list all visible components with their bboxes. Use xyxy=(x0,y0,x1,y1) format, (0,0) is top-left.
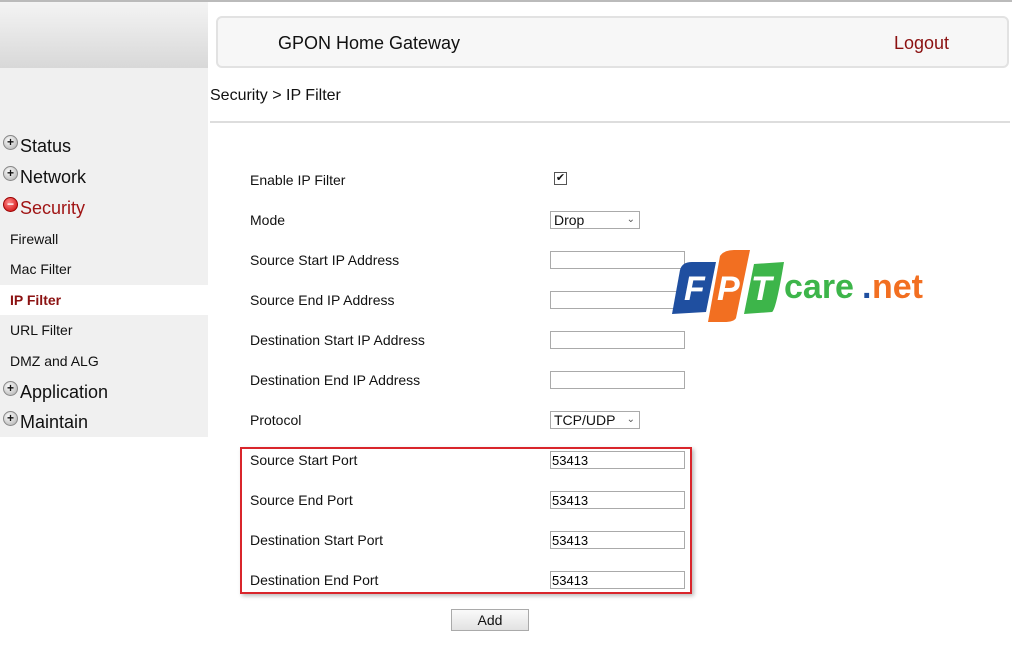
dst-start-port-input[interactable] xyxy=(550,531,685,549)
sidebar-item-network[interactable]: + Network xyxy=(0,163,208,191)
enable-ip-filter-checkbox[interactable]: ✔ xyxy=(554,172,567,185)
src-start-ip-label: Source Start IP Address xyxy=(250,252,400,268)
menu-label: Maintain xyxy=(20,411,89,432)
header: GPON Home Gateway Logout xyxy=(216,16,1009,68)
svg-text:P: P xyxy=(717,270,740,308)
enable-label: Enable IP Filter xyxy=(250,172,346,188)
plus-icon: + xyxy=(3,165,18,181)
sidebar-item-url-filter[interactable]: URL Filter xyxy=(0,315,208,345)
protocol-label: Protocol xyxy=(250,412,302,428)
sidebar-item-mac-filter[interactable]: Mac Filter xyxy=(0,254,208,284)
svg-text:F: F xyxy=(684,270,706,308)
menu-label: Network xyxy=(20,166,87,187)
sidebar-item-maintain[interactable]: + Maintain xyxy=(0,408,208,436)
sidebar-item-ip-filter[interactable]: IP Filter xyxy=(0,285,208,315)
dst-end-port-input[interactable] xyxy=(550,571,685,589)
menu-label: Application xyxy=(20,381,109,402)
protocol-select[interactable]: TCP/UDP ⌄ xyxy=(550,411,640,429)
sidebar-item-security[interactable]: − Security xyxy=(0,194,208,222)
sidebar-item-status[interactable]: + Status xyxy=(0,132,208,160)
menu-label: Status xyxy=(20,135,72,156)
logout-link[interactable]: Logout xyxy=(894,33,949,54)
svg-text:net: net xyxy=(872,268,923,306)
src-start-port-label: Source Start Port xyxy=(250,452,358,468)
src-start-ip-input[interactable] xyxy=(550,251,685,269)
plus-icon: + xyxy=(3,380,18,396)
dst-end-ip-input[interactable] xyxy=(550,371,685,389)
chevron-down-icon: ⌄ xyxy=(626,214,635,225)
plus-icon: + xyxy=(3,410,18,426)
mode-label: Mode xyxy=(250,212,286,228)
mode-select[interactable]: Drop ⌄ xyxy=(550,211,640,229)
sidebar-item-firewall[interactable]: Firewall xyxy=(0,224,208,254)
svg-text:T: T xyxy=(751,270,775,308)
src-end-ip-input[interactable] xyxy=(550,291,685,309)
dst-end-ip-label: Destination End IP Address xyxy=(250,372,421,388)
dst-start-ip-label: Destination Start IP Address xyxy=(250,332,425,348)
divider xyxy=(210,121,1010,123)
svg-text:.: . xyxy=(862,268,871,306)
svg-text:care: care xyxy=(784,268,854,306)
sidebar-item-dmz-alg[interactable]: DMZ and ALG xyxy=(0,346,208,376)
add-button[interactable]: Add xyxy=(451,609,529,631)
sidebar-header xyxy=(0,2,208,68)
protocol-value: TCP/UDP xyxy=(554,412,616,428)
app-title: GPON Home Gateway xyxy=(278,33,461,53)
dst-start-port-label: Destination Start Port xyxy=(250,532,384,548)
src-end-ip-label: Source End IP Address xyxy=(250,292,395,308)
dst-start-ip-input[interactable] xyxy=(550,331,685,349)
sidebar-item-application[interactable]: + Application xyxy=(0,378,208,406)
mode-value: Drop xyxy=(554,212,585,228)
minus-icon: − xyxy=(3,196,18,212)
breadcrumb: Security > IP Filter xyxy=(210,87,341,104)
menu-label: Security xyxy=(20,197,86,218)
src-start-port-input[interactable] xyxy=(550,451,685,469)
fptcare-watermark-logo: F P T care . net xyxy=(672,250,923,322)
dst-end-port-label: Destination End Port xyxy=(250,572,379,588)
src-end-port-label: Source End Port xyxy=(250,492,353,508)
plus-icon: + xyxy=(3,134,18,150)
chevron-down-icon: ⌄ xyxy=(626,414,635,425)
src-end-port-input[interactable] xyxy=(550,491,685,509)
